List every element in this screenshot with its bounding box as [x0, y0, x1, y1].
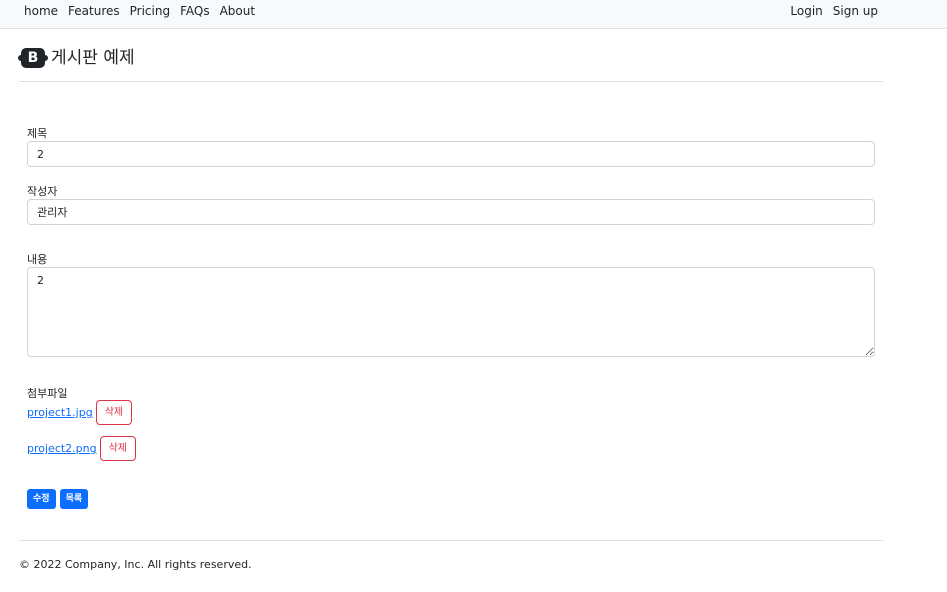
attachment-row: project2.png 삭제 [27, 436, 137, 461]
page-title[interactable]: 게시판 예제 [51, 48, 135, 68]
footer-divider [19, 540, 883, 541]
writer-input[interactable] [27, 199, 875, 225]
nav-faqs-link[interactable]: FAQs [175, 4, 215, 18]
auth-links: Login Sign up [785, 4, 883, 18]
nav-about-link[interactable]: About [215, 4, 260, 18]
action-buttons: 수정 목록 [27, 489, 92, 509]
delete-attachment-button[interactable]: 삭제 [95, 400, 133, 425]
footer-copyright: © 2022 Company, Inc. All rights reserved… [19, 558, 252, 571]
writer-label: 작성자 [27, 185, 58, 198]
edit-button[interactable]: 수정 [27, 489, 56, 509]
title-input[interactable] [27, 141, 875, 167]
nav-home-link[interactable]: home [19, 4, 63, 18]
content-textarea[interactable]: 2 [27, 267, 875, 357]
attachment-row: project1.jpg 삭제 [27, 400, 133, 425]
bootstrap-logo-icon[interactable]: B [18, 48, 48, 68]
content-label: 내용 [27, 253, 48, 266]
attachment-link[interactable]: project2.png [27, 442, 97, 455]
nav-links: home Features Pricing FAQs About [19, 4, 260, 18]
delete-attachment-button[interactable]: 삭제 [99, 436, 137, 461]
page-header: B 게시판 예제 [18, 46, 883, 82]
login-link[interactable]: Login [785, 4, 827, 18]
list-button[interactable]: 목록 [59, 489, 89, 509]
top-navbar: home Features Pricing FAQs About Login S… [0, 0, 947, 29]
signup-link[interactable]: Sign up [828, 4, 883, 18]
title-label: 제목 [27, 127, 48, 140]
nav-pricing-link[interactable]: Pricing [125, 4, 175, 18]
nav-features-link[interactable]: Features [63, 4, 125, 18]
attachment-link[interactable]: project1.jpg [27, 406, 93, 419]
attachment-label: 첨부파일 [27, 387, 68, 400]
